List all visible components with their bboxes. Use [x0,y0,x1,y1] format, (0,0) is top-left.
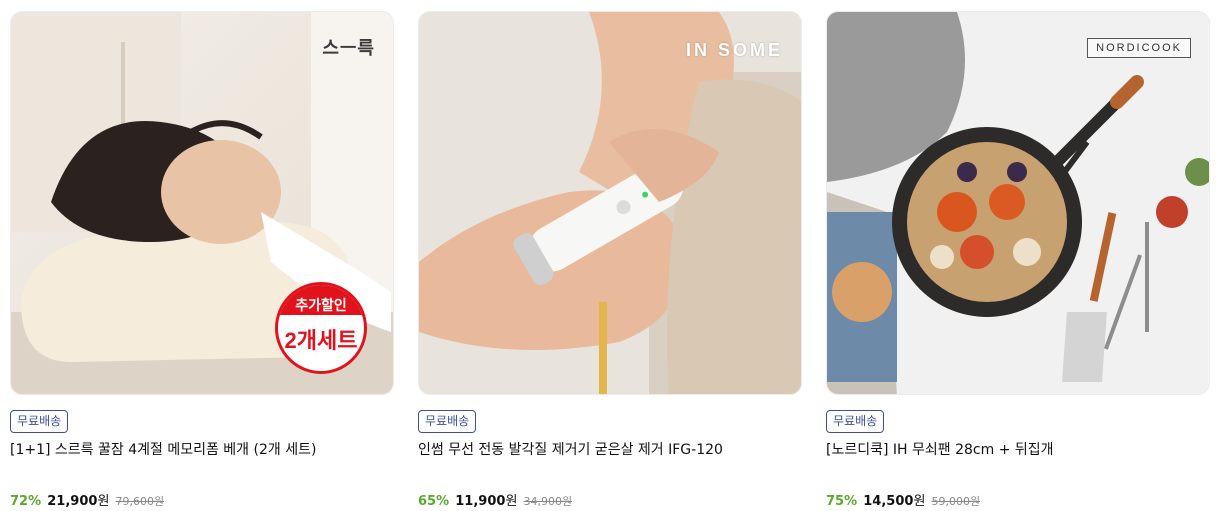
currency-unit: 원 [913,494,926,509]
discount-rate: 65% [418,494,450,509]
product-title[interactable]: [노르디쿡] IH 무쇠팬 28cm + 뒤집개 [826,439,1210,459]
price-row: 75% 14,500원 59,000원 [826,490,980,509]
product-card[interactable]: NORDICOOK 무료배송 [노르디쿡] IH 무쇠팬 28cm + 뒤집개 … [826,11,1210,509]
product-card[interactable]: IN SOME 무료배송 인썸 무선 전동 발각질 제거기 굳은살 제거 IFG… [418,11,802,509]
cast-iron-pan-photo [827,12,1209,394]
product-image[interactable]: NORDICOOK [826,11,1210,395]
badge-label: 추가할인 [278,285,364,315]
product-image[interactable]: 스ㅡ륵 추가할인 2개세트 [10,11,394,395]
brand-logo: 스ㅡ륵 [322,38,375,58]
free-shipping-tag: 무료배송 [826,410,885,433]
badge-main: 2개세트 [284,328,358,353]
discount-badge: 추가할인 2개세트 [275,282,367,374]
currency-unit: 원 [505,494,518,509]
product-grid: 스ㅡ륵 추가할인 2개세트 무료배송 [1+1] 스르륵 꿀잠 4계절 메모리폼… [10,11,1210,509]
original-price: 34,900원 [523,495,573,508]
free-shipping-tag: 무료배송 [10,410,69,433]
foot-file-photo [419,12,801,394]
discount-rate: 72% [10,494,42,509]
price-row: 72% 21,900원 79,600원 [10,490,164,509]
original-price: 79,600원 [115,495,165,508]
currency-unit: 원 [97,494,110,509]
original-price: 59,000원 [931,495,981,508]
product-title[interactable]: [1+1] 스르륵 꿀잠 4계절 메모리폼 베개 (2개 세트) [10,439,394,459]
discount-rate: 75% [826,494,858,509]
free-shipping-tag: 무료배송 [418,410,477,433]
sale-price: 21,900 [47,494,98,509]
product-image[interactable]: IN SOME [418,11,802,395]
sale-price: 14,500 [863,494,914,509]
brand-logo: NORDICOOK [1087,38,1191,58]
product-title[interactable]: 인썸 무선 전동 발각질 제거기 굳은살 제거 IFG-120 [418,439,802,459]
brand-logo: IN SOME [685,40,783,60]
product-card[interactable]: 스ㅡ륵 추가할인 2개세트 무료배송 [1+1] 스르륵 꿀잠 4계절 메모리폼… [10,11,394,509]
price-row: 65% 11,900원 34,900원 [418,490,572,509]
sale-price: 11,900 [455,494,506,509]
